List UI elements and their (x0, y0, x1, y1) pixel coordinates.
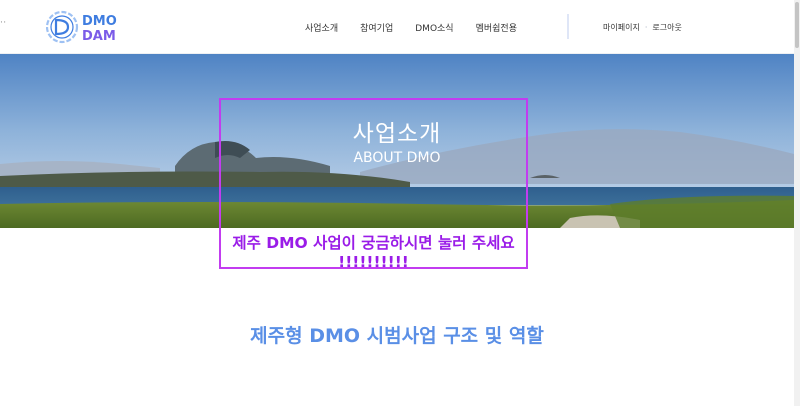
mypage-link[interactable]: 마이페이지 (603, 22, 640, 33)
menu-icon[interactable]: ᆢ (0, 14, 8, 30)
svg-text:DMO: DMO (82, 14, 117, 29)
scrollbar[interactable] (794, 0, 800, 406)
scrollbar-thumb[interactable] (795, 2, 799, 48)
nav-item-about[interactable]: 사업소개 (305, 21, 338, 34)
logout-link[interactable]: 로그아웃 (652, 22, 681, 33)
annotation-text[interactable]: 제주 DMO 사업이 궁금하시면 눌러 주세요 !!!!!!!!!! (219, 234, 528, 272)
nav-item-companies[interactable]: 참여기업 (360, 21, 393, 34)
nav-item-membership[interactable]: 멤버쉽전용 (476, 21, 517, 34)
nav-divider (567, 14, 569, 39)
site-header: ᆢ DMO DAM 사업소개 참여기업 DMO소식 멤버쉽전용 마이페이지 · … (0, 0, 800, 54)
user-menu: 마이페이지 · 로그아웃 (603, 0, 682, 54)
site-logo[interactable]: DMO DAM (45, 10, 126, 44)
svg-text:DAM: DAM (82, 29, 116, 44)
section-title: 제주형 DMO 시범사업 구조 및 역할 (250, 325, 544, 347)
nav-item-news[interactable]: DMO소식 (415, 21, 453, 34)
main-nav: 사업소개 참여기업 DMO소식 멤버쉽전용 (305, 0, 539, 54)
util-separator: · (644, 22, 648, 32)
